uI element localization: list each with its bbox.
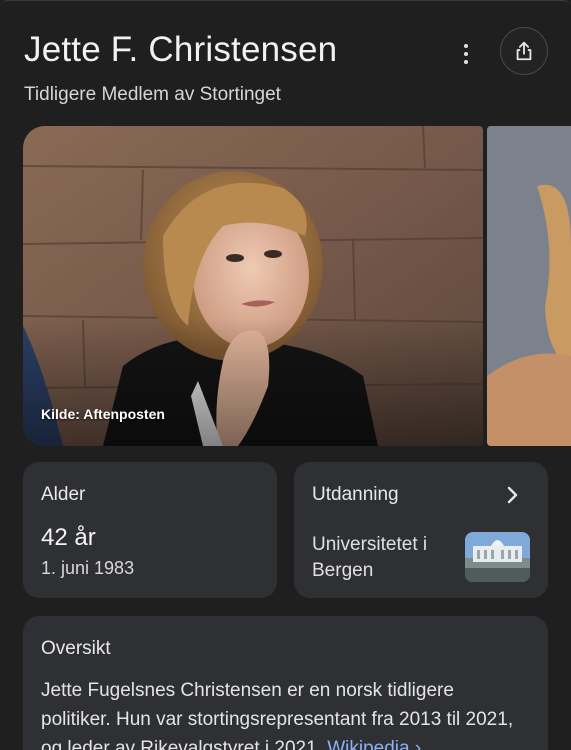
- more-vert-icon: [464, 44, 468, 48]
- chevron-right-icon: [507, 486, 518, 504]
- panel-top-edge: [0, 0, 571, 8]
- portrait-image: [23, 126, 483, 446]
- wikipedia-link[interactable]: Wikipedia ›: [327, 738, 421, 750]
- more-options-button[interactable]: [452, 38, 480, 70]
- overview-description: Jette Fugelsnes Christensen er en norsk …: [41, 680, 514, 750]
- education-label: Utdanning: [312, 484, 399, 505]
- overview-label: Oversikt: [41, 638, 111, 659]
- overview-text: Jette Fugelsnes Christensen er en norsk …: [41, 676, 521, 750]
- entity-subtitle: Tidligere Medlem av Stortinget: [24, 84, 281, 105]
- age-label: Alder: [41, 484, 86, 505]
- share-icon: [516, 41, 532, 61]
- age-card: Alder 42 år 1. juni 1983: [23, 462, 277, 598]
- age-value: 42 år: [41, 524, 96, 551]
- education-card[interactable]: Utdanning Universitetet i Bergen: [294, 462, 548, 598]
- overview-card: Oversikt Jette Fugelsnes Christensen er …: [23, 616, 548, 750]
- entity-title: Jette F. Christensen: [24, 30, 338, 69]
- person-photo-main[interactable]: [23, 126, 483, 446]
- education-value: Universitetet i Bergen: [312, 534, 428, 581]
- knowledge-panel: Jette F. Christensen Tidligere Medlem av…: [0, 0, 571, 750]
- birth-date: 1. juni 1983: [41, 558, 135, 578]
- image-source-caption: Kilde: Aftenposten: [41, 406, 165, 422]
- university-thumbnail: [465, 532, 530, 582]
- second-portrait-image: [487, 126, 571, 446]
- person-photo-second[interactable]: [487, 126, 571, 446]
- share-button[interactable]: [500, 27, 548, 75]
